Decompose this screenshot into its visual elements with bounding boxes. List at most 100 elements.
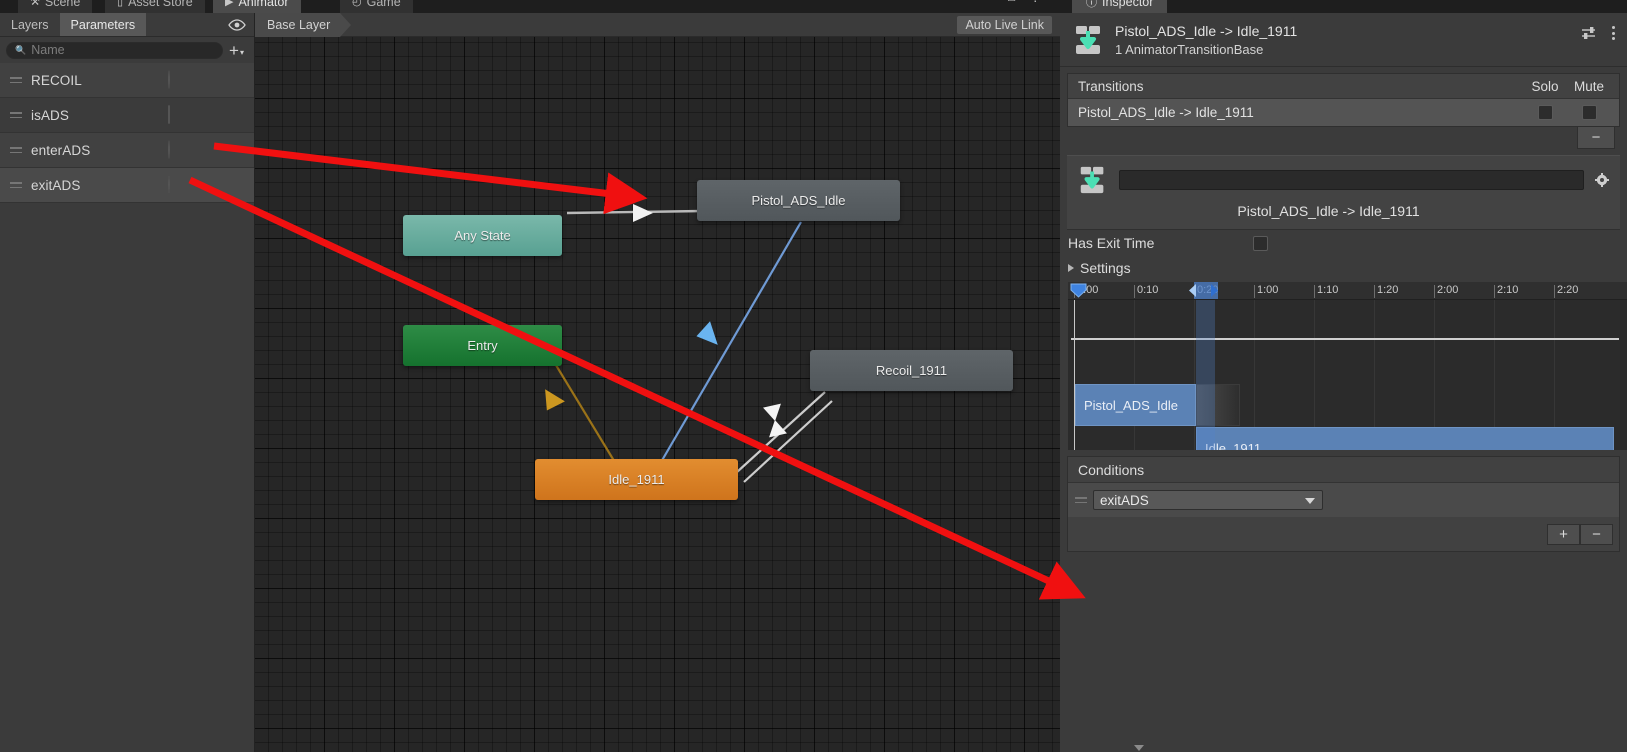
trigger-toggle-icon[interactable] [168, 140, 170, 159]
selection-right-handle-icon[interactable] [1210, 283, 1219, 298]
graph-canvas[interactable]: Any State Entry Pistol_ADS_Idle Recoil_1… [255, 37, 1060, 752]
inspector-title: Pistol_ADS_Idle -> Idle_1911 [1115, 22, 1298, 39]
parameter-row-recoil[interactable]: RECOIL [0, 63, 254, 98]
parameter-control[interactable] [168, 70, 170, 89]
timeline-clip-destination[interactable]: Idle_1911 [1196, 427, 1614, 450]
solo-checkbox[interactable] [1537, 105, 1553, 120]
settings-foldout[interactable]: Settings [1060, 256, 1627, 280]
graph-node-label: Pistol_ADS_Idle [751, 193, 846, 208]
parameter-row-isads[interactable]: isADS [0, 98, 254, 133]
timeline-clip-source[interactable]: Pistol_ADS_Idle [1075, 384, 1196, 426]
chevron-right-icon [1068, 264, 1074, 272]
inspector-header-icons [1581, 24, 1617, 42]
drag-handle-icon[interactable] [10, 182, 22, 188]
add-parameter-button[interactable]: + ▾ [229, 42, 248, 59]
transitions-footer: − [1067, 127, 1620, 152]
timeline-ruler[interactable]: 0:00 0:10 0:20 1:00 1:10 1:20 2: [1068, 282, 1627, 300]
condition-parameter-dropdown[interactable]: exitADS [1093, 490, 1323, 510]
timeline-playhead-line [1074, 300, 1075, 450]
tab-animator[interactable]: ▶ Animator [213, 0, 301, 13]
scene-icon: ⚒ [30, 0, 40, 8]
inspector-tab-bar: ⓘ Inspector [1060, 0, 1627, 13]
breadcrumb-label: Base Layer [267, 17, 331, 32]
parameter-name: isADS [31, 107, 70, 123]
parameter-list: RECOIL isADS enterADS exitADS [0, 63, 254, 203]
layers-parameters-panel: Layers Parameters 🔍 Name + ▾ RECOIL isAD… [0, 13, 255, 752]
maximize-icon[interactable]: □ [1008, 0, 1015, 4]
selection-left-handle-icon[interactable] [1188, 283, 1197, 298]
conditions-header: Conditions [1068, 457, 1619, 483]
has-exit-time-checkbox[interactable] [1253, 235, 1268, 251]
animator-graph-panel: Base Layer Auto Live Link Any State Entr… [255, 13, 1060, 752]
drag-handle-icon[interactable] [10, 77, 22, 83]
chevron-down-icon [1305, 498, 1315, 504]
transition-row[interactable]: Pistol_ADS_Idle -> Idle_1911 [1068, 99, 1619, 126]
inspector-titles: Pistol_ADS_Idle -> Idle_1911 1 AnimatorT… [1115, 23, 1297, 57]
tab-game-label: Game [366, 0, 401, 9]
graph-node-any-state[interactable]: Any State [403, 215, 562, 256]
drag-handle-icon[interactable] [10, 147, 22, 153]
graph-node-recoil-1911[interactable]: Recoil_1911 [810, 350, 1013, 391]
blend-curve [1071, 338, 1619, 340]
left-panel-tabs: Layers Parameters [0, 13, 254, 37]
graph-node-pistol-ads-idle[interactable]: Pistol_ADS_Idle [697, 180, 900, 221]
has-exit-time-row[interactable]: Has Exit Time [1060, 230, 1627, 256]
tab-asset-store[interactable]: ▯ Asset Store [105, 0, 205, 13]
graph-node-idle-1911[interactable]: Idle_1911 [535, 459, 738, 500]
tab-parameters[interactable]: Parameters [59, 13, 147, 36]
timeline-body[interactable]: Pistol_ADS_Idle Idle_1911 [1068, 300, 1627, 450]
parameter-row-enterads[interactable]: enterADS [0, 133, 254, 168]
parameter-control[interactable] [168, 175, 170, 194]
transition-edges [544, 204, 833, 483]
gear-icon[interactable] [1594, 173, 1610, 187]
graph-node-entry[interactable]: Entry [403, 325, 562, 366]
conditions-header-label: Conditions [1078, 461, 1145, 478]
mute-column-label: Mute [1573, 78, 1604, 94]
trigger-toggle-icon[interactable] [168, 70, 170, 89]
add-condition-button[interactable]: + [1547, 523, 1580, 545]
condition-row[interactable]: exitADS [1068, 483, 1619, 517]
graph-node-label: Any State [454, 228, 511, 243]
drag-handle-icon[interactable] [1075, 497, 1087, 503]
resize-caret-icon[interactable] [1134, 745, 1144, 751]
tab-inspector[interactable]: ⓘ Inspector [1072, 0, 1168, 13]
breadcrumb[interactable]: Base Layer [255, 13, 352, 37]
animator-icon: ▶ [225, 0, 234, 8]
bool-checkbox[interactable] [168, 105, 170, 124]
inspector-header: Pistol_ADS_Idle -> Idle_1911 1 AnimatorT… [1060, 13, 1627, 67]
kebab-menu-icon[interactable] [1610, 24, 1617, 42]
parameter-name: enterADS [31, 142, 91, 158]
tab-scene[interactable]: ⚒ Scene [18, 0, 93, 13]
transitions-header: Transitions Solo Mute [1068, 74, 1619, 99]
playhead-marker-icon[interactable] [1070, 283, 1087, 298]
transition-timeline[interactable]: 0:00 0:10 0:20 1:00 1:10 1:20 2: [1068, 282, 1627, 450]
tab-layers[interactable]: Layers [0, 13, 60, 36]
search-input[interactable]: 🔍 Name [6, 41, 224, 59]
transition-preview-panel: Pistol_ADS_Idle -> Idle_1911 [1067, 155, 1620, 230]
kebab-icon[interactable]: ⋮ [1029, 0, 1041, 4]
preset-icon[interactable] [1581, 26, 1597, 41]
settings-label: Settings [1080, 260, 1131, 276]
tab-game[interactable]: ◴ Game [340, 0, 413, 13]
animator-window-controls[interactable]: □ ⋮ [1008, 0, 1041, 4]
parameter-control[interactable] [168, 140, 170, 159]
timeline-clip-label: Pistol_ADS_Idle [1084, 397, 1178, 413]
transitions-header-label: Transitions [1078, 78, 1144, 94]
tab-animator-label: Animator [238, 0, 289, 9]
remove-condition-button[interactable]: − [1580, 523, 1613, 545]
trigger-toggle-icon[interactable] [168, 175, 170, 194]
remove-transition-button[interactable]: − [1577, 127, 1615, 149]
auto-live-link-button[interactable]: Auto Live Link [957, 16, 1052, 34]
mute-checkbox[interactable] [1581, 105, 1597, 120]
parameter-name: exitADS [31, 177, 81, 193]
tab-scene-label: Scene [44, 0, 81, 9]
add-parameter-label: + [229, 40, 239, 60]
eye-icon[interactable] [228, 17, 246, 33]
inspector-subtitle: 1 AnimatorTransitionBase [1115, 41, 1264, 57]
transition-name-row [1077, 164, 1610, 196]
drag-handle-icon[interactable] [10, 112, 22, 118]
parameter-row-exitads[interactable]: exitADS [0, 168, 254, 203]
parameter-control[interactable] [168, 105, 170, 124]
transition-name-input[interactable] [1119, 170, 1584, 190]
unity-animator-window: ⚒ Scene ▯ Asset Store ▶ Animator ◴ Game … [0, 0, 1627, 752]
